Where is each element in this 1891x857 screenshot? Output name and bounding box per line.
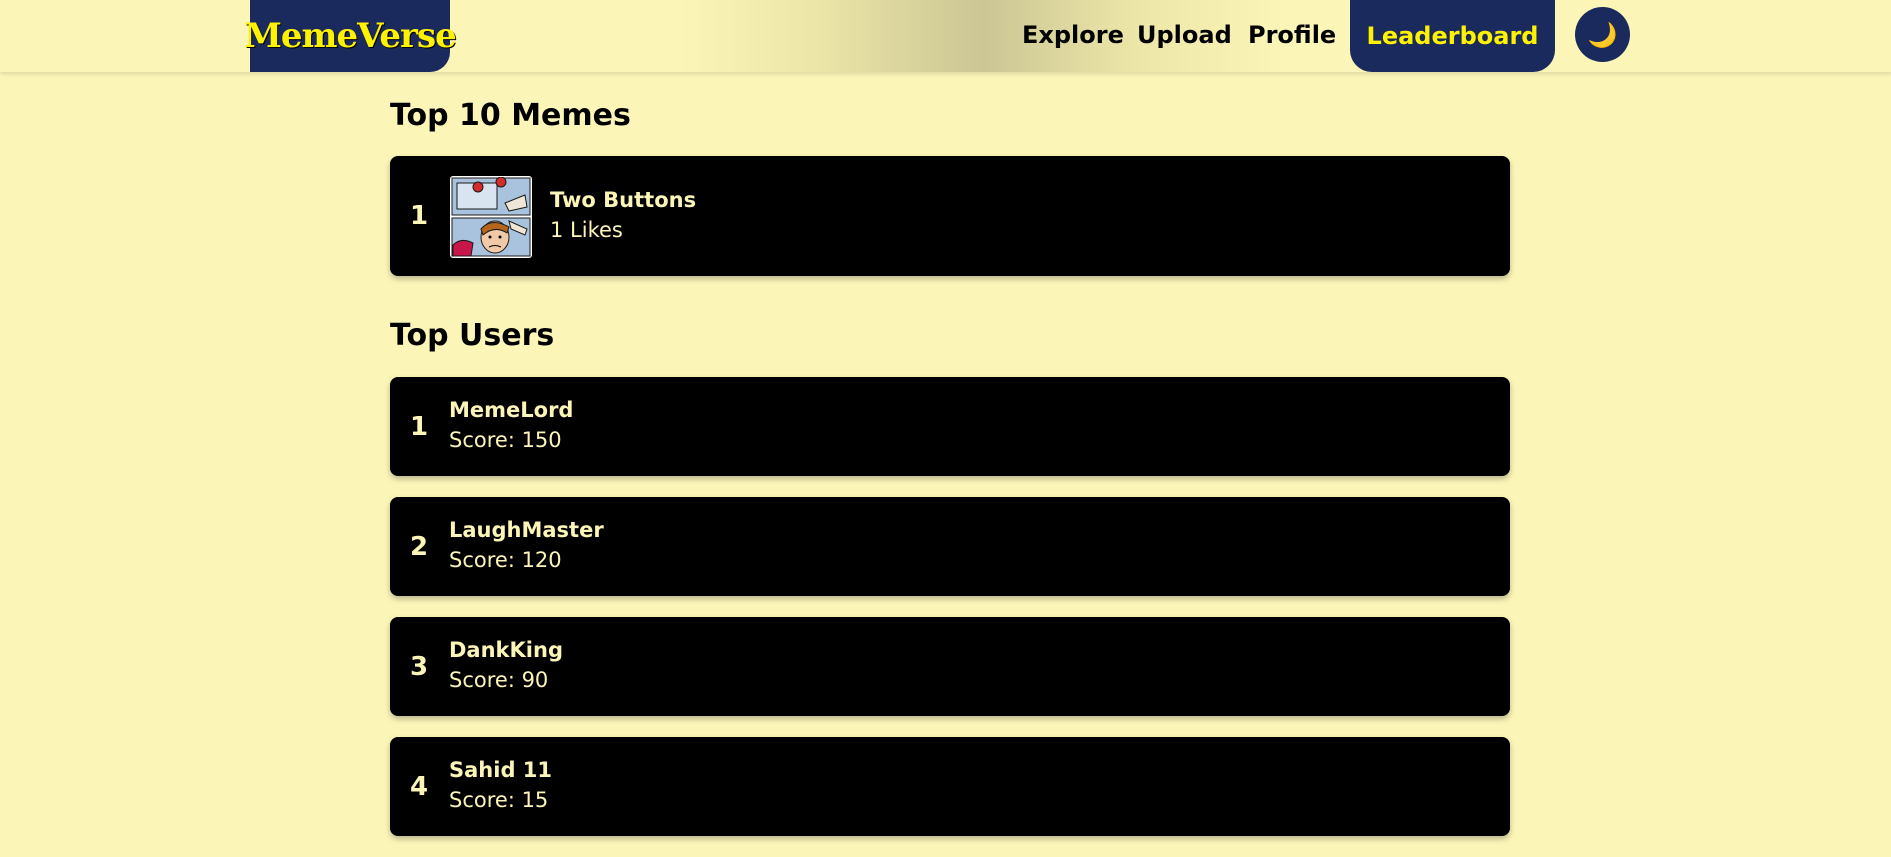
top-memes-heading: Top 10 Memes [390, 98, 631, 133]
user-name: DankKing [449, 638, 563, 662]
top-navbar: MemeVerse Explore Upload Profile Leaderb… [0, 0, 1891, 72]
user-rank: 1 [410, 411, 429, 442]
two-buttons-meme-image [451, 177, 531, 257]
user-card[interactable]: 2 LaughMaster Score: 120 [390, 497, 1510, 596]
nav-leaderboard-link[interactable]: Leaderboard [1350, 0, 1555, 72]
user-score: Score: 120 [449, 548, 562, 572]
nav-upload-link[interactable]: Upload [1137, 0, 1232, 70]
nav-profile-link[interactable]: Profile [1248, 0, 1336, 70]
meme-card[interactable]: 1 Two Buttons 1 Likes [390, 156, 1510, 276]
user-rank: 4 [410, 771, 429, 802]
user-score: Score: 90 [449, 668, 549, 692]
theme-toggle-button[interactable]: 🌙 [1575, 7, 1630, 62]
moon-icon: 🌙 [1587, 20, 1618, 49]
user-card[interactable]: 1 MemeLord Score: 150 [390, 377, 1510, 476]
user-score: Score: 150 [449, 428, 562, 452]
meme-rank: 1 [410, 201, 429, 231]
user-score: Score: 15 [449, 788, 549, 812]
user-name: LaughMaster [449, 518, 604, 542]
user-rank: 3 [410, 651, 429, 682]
meme-likes: 1 Likes [550, 218, 623, 242]
user-card[interactable]: 3 DankKing Score: 90 [390, 617, 1510, 716]
user-name: Sahid 11 [449, 758, 553, 782]
nav-explore-link[interactable]: Explore [1022, 0, 1124, 70]
meme-title: Two Buttons [550, 188, 697, 212]
meme-thumbnail[interactable] [450, 176, 532, 258]
top-users-heading: Top Users [390, 318, 555, 353]
user-name: MemeLord [449, 398, 574, 422]
user-card[interactable]: 4 Sahid 11 Score: 15 [390, 737, 1510, 836]
user-rank: 2 [410, 531, 429, 562]
logo[interactable]: MemeVerse [244, 0, 457, 72]
